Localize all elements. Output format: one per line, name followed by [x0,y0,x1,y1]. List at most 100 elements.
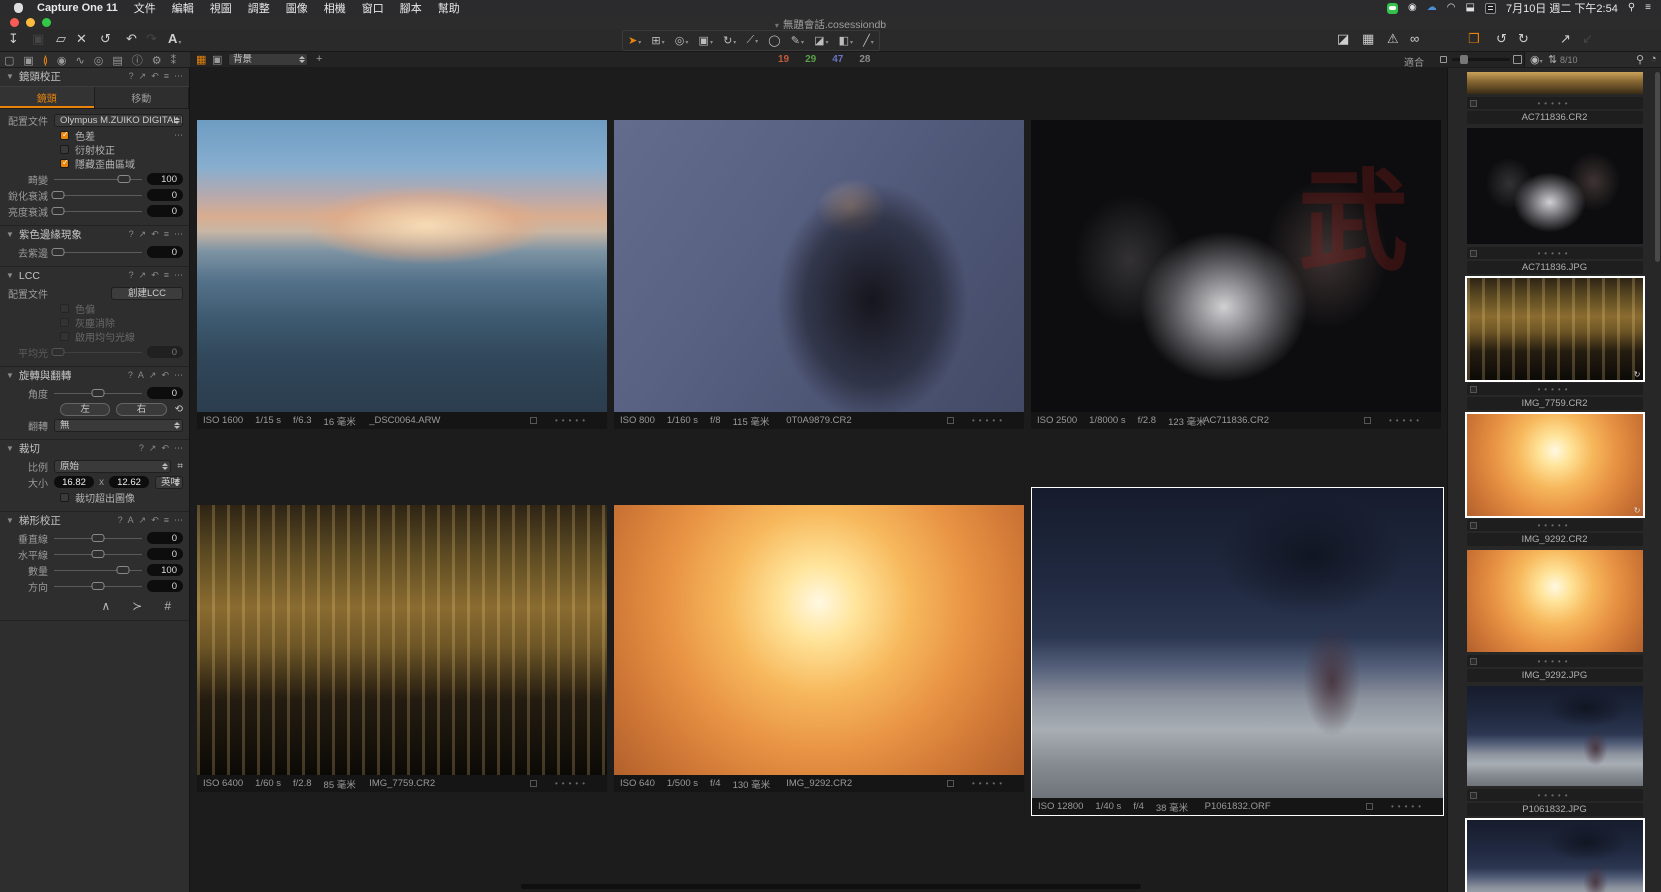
expand-icon[interactable]: ↗ [139,515,147,526]
crop-overlay-icon[interactable]: ⌗ [177,461,183,472]
help-icon[interactable]: ? [129,71,134,82]
browser-sort-icon[interactable]: ⇅ [1548,53,1557,66]
sharpness-falloff-slider[interactable] [54,189,142,201]
reset-icon[interactable]: ↶ [151,229,159,240]
crop-height-field[interactable]: 12.62 [109,476,149,488]
color-tag-checkbox[interactable] [1470,658,1477,665]
tab-color[interactable]: ◉ [57,54,67,67]
light-falloff-value[interactable]: 0 [147,205,183,217]
browser-search-icon[interactable]: ⚲ [1636,53,1644,66]
line-app-icon[interactable] [1387,3,1398,14]
select-tool[interactable]: ➤▾ [628,34,641,47]
presets-icon[interactable]: ≡ [164,229,169,240]
browser-user-icon[interactable]: ◔ [1650,53,1657,65]
import-back-button[interactable]: ↙ [1582,31,1593,47]
tab-process[interactable]: ⁑ [171,54,177,67]
reset-adjustments-button[interactable]: ↺ [100,31,111,47]
edit-folder-button[interactable]: ▱ [56,31,66,47]
help-icon[interactable]: ? [129,229,134,240]
create-lcc-button[interactable]: 創建LCC [111,287,183,300]
filmstrip-cell[interactable]: ••••• IMG_9292.JPG [1465,546,1645,682]
keystone-vertical-value[interactable]: 0 [147,532,183,544]
filmstrip-cell-selected[interactable]: ↻ ••••• IMG_7759.CR2 [1465,274,1645,410]
input-method-icon[interactable] [1485,3,1496,14]
photo-sunset-beach[interactable] [197,120,607,412]
more-icon[interactable]: ⋯ [174,270,183,281]
help-icon[interactable]: ? [129,270,134,281]
star-rating[interactable]: ••••• [1537,657,1571,666]
add-set-button[interactable]: + [316,53,322,65]
color-tag-checkbox[interactable] [1470,386,1477,393]
tab-lens-lens[interactable]: 鏡頭 [0,87,95,108]
redo-button[interactable]: ↷ [146,31,157,47]
expand-icon[interactable]: ↗ [139,71,147,82]
more-icon[interactable]: ⋯ [174,71,183,82]
collapse-icon[interactable]: ▼ [6,444,14,453]
horizontal-scrollbar[interactable] [521,884,1141,889]
apple-menu-icon[interactable] [14,3,23,13]
shutter-status-icon[interactable]: ◉ [1408,0,1417,16]
grid-cell[interactable]: ISO 16001/15 sf/6.316 毫米 _DSC0064.ARW ••… [197,120,607,429]
pan-tool[interactable]: ⊞▾ [651,34,664,47]
menu-view[interactable]: 視圖 [210,0,232,16]
photo-studio-portrait[interactable] [614,120,1024,412]
thumb-martial-arts[interactable] [1467,128,1643,244]
tab-lens[interactable]: ≬ [43,54,48,67]
grid-cell[interactable]: ISO 64001/60 sf/2.885 毫米 IMG_7759.CR2 ••… [197,505,607,792]
gradient-mask-tool[interactable]: ◧▾ [839,34,853,47]
more-icon[interactable]: ⋯ [174,229,183,240]
expand-icon[interactable]: ↗ [139,229,147,240]
chromatic-aberration-checkbox[interactable] [60,131,69,140]
wifi-icon[interactable]: ◠ [1447,0,1456,16]
photo-martial-arts[interactable]: 武 [1031,120,1441,412]
tethered-capture-button[interactable]: ▣ [32,31,44,47]
zoom-fit-dropdown[interactable]: 適合 [1404,54,1424,69]
thumb-partial[interactable] [1467,72,1643,94]
crop-ratio-dropdown[interactable]: 原始 [54,460,171,473]
distortion-slider[interactable] [54,173,142,185]
tab-exposure[interactable]: ∿ [76,54,85,67]
spot-removal-tool[interactable]: ◯ [768,34,780,47]
angle-slider[interactable] [54,387,142,399]
presets-icon[interactable]: ≡ [164,71,169,82]
filmstrip-cell-selected[interactable]: ↻ ••••• P1061832.ORF [1465,816,1645,892]
defringe-value[interactable]: 0 [147,246,183,258]
spotlight-search-icon[interactable]: ⚲ [1628,0,1635,16]
draw-mask-tool[interactable]: ✎▾ [791,34,804,47]
help-icon[interactable]: ? [139,443,144,454]
styles-button[interactable]: A▾ [168,31,181,46]
more-icon[interactable]: ⋯ [174,515,183,526]
crop-outside-checkbox[interactable] [60,493,69,502]
collapse-icon[interactable]: ▼ [6,271,14,280]
color-tag-checkbox[interactable] [530,780,537,787]
thumb-sunset-dancer[interactable] [1467,550,1643,652]
star-rating[interactable]: ••••• [555,416,589,425]
browser-toggle[interactable]: ❒ [1468,31,1480,47]
sharpness-falloff-value[interactable]: 0 [147,189,183,201]
color-tag-checkbox[interactable] [1366,803,1373,810]
grid-cell[interactable]: 武 ISO 25001/8000 sf/2.8123 毫米 AC711836.C… [1031,120,1441,429]
presets-icon[interactable]: ≡ [164,515,169,526]
menu-clock[interactable]: 7月10日 週二 下午2:54 [1506,0,1618,16]
flip-dropdown[interactable]: 無 [54,419,183,432]
menu-help[interactable]: 幫助 [438,0,460,16]
collapse-icon[interactable]: ▼ [6,371,14,380]
grid-view-toggle[interactable]: ▦ [196,53,206,66]
color-tag-checkbox[interactable] [947,780,954,787]
thumb-night-city-car[interactable]: ↻ [1467,278,1643,380]
collapse-icon[interactable]: ▼ [6,516,14,525]
hide-distorted-checkbox[interactable] [60,159,69,168]
app-menu-title[interactable]: Capture One 11 [37,2,118,14]
tab-details[interactable]: ◎ [94,54,104,67]
star-rating[interactable]: ••••• [1537,249,1571,258]
single-view-toggle[interactable]: ▣ [212,53,222,66]
more-icon[interactable]: ⋯ [174,443,183,454]
filmstrip-cell[interactable]: ••••• AC711836.JPG [1465,124,1645,274]
crop-unit-dropdown[interactable]: 英吋 [155,476,183,489]
erase-mask-tool[interactable]: ◪▾ [814,34,828,47]
menu-image[interactable]: 圖像 [286,0,308,16]
cloud-status-icon[interactable]: ☁ [1427,0,1437,16]
keystone-horizontal-value[interactable]: 0 [147,548,183,560]
help-icon[interactable]: ? [128,370,133,381]
star-rating[interactable]: ••••• [1537,99,1571,108]
